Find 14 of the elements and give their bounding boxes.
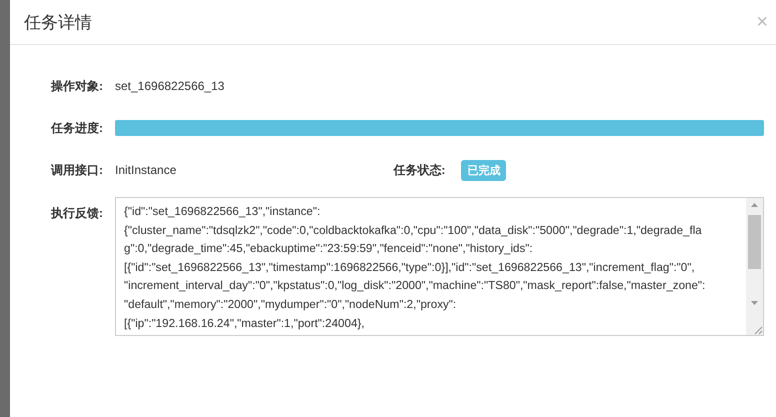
dialog-title: 任务详情 <box>24 12 92 34</box>
close-button[interactable]: × <box>756 12 768 32</box>
resize-grip-icon[interactable] <box>753 325 763 335</box>
status-badge: 已完成 <box>461 160 506 180</box>
field-label: 操作对象: <box>50 78 103 94</box>
feedback-textarea[interactable] <box>115 197 764 336</box>
field-value: InitInstance <box>115 163 176 177</box>
field-label: 任务状态: <box>393 162 446 178</box>
field-label: 执行反馈: <box>50 205 103 222</box>
feedback-text: {"id":"set_1696822566_13","instance": {"cluster_name":"tdsqlzk2","code":0,"coldbacktokafka":0,"cpu":"100","data_disk":"5000","degrade":1,"degrade_fla g":0,"degrade_time":45,"ebackuptime":"23:59:59","fenceid":"none","history_ids": [{"id":"set_1696822566_13","timestamp":1696822566,"type":0}],"id":"set_1696822566_13","increment_flag":"0", "increment_interval_day":"0","kpstatus":0,"log_disk":"2000","machine":"TS80","mask_report":false,"master_zone": "default","memory":"2000","mydumper":"0","nodeNum":2,"proxy": [{"ip":"192.168.16.24","master":1,"port":24004}, <box>123 204 706 332</box>
field-value: set_1696822566_13 <box>115 79 224 93</box>
field-label: 调用接口: <box>50 162 103 178</box>
field-label: 任务进度: <box>50 120 103 136</box>
scrollbar[interactable] <box>746 198 763 335</box>
